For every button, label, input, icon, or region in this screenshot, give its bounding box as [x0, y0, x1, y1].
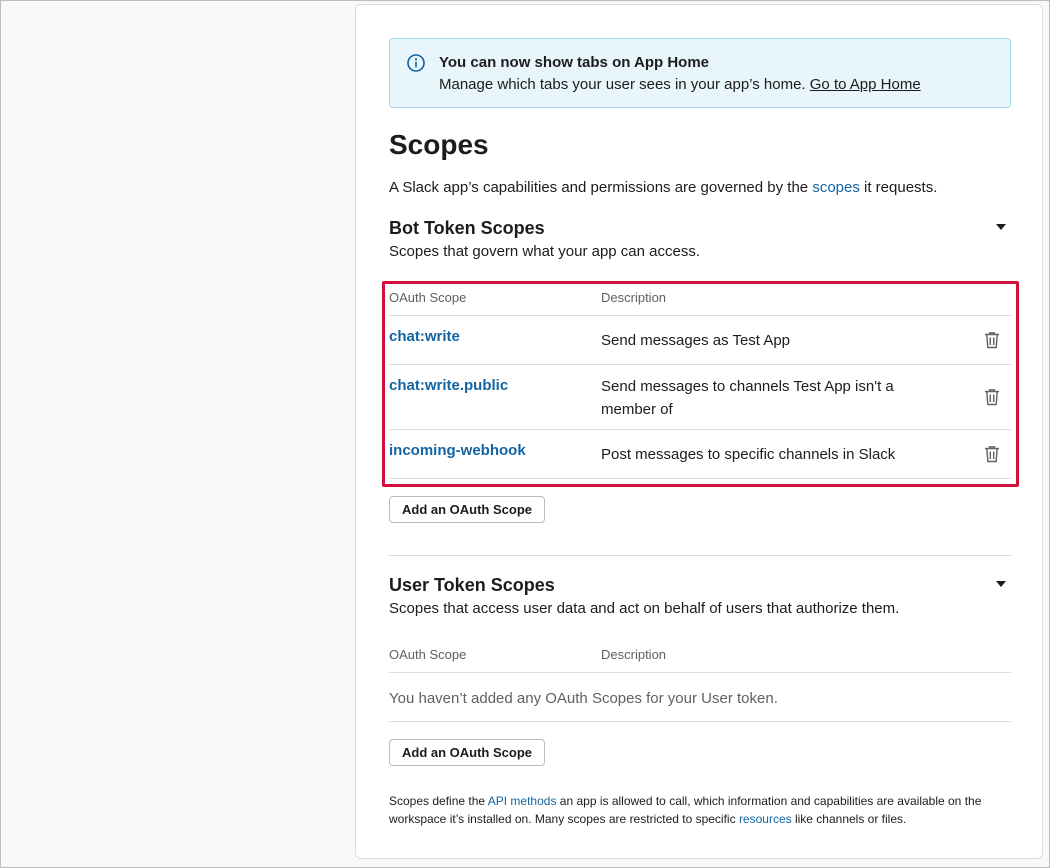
scope-description: Post messages to specific channels in Sl… [601, 446, 896, 463]
intro-text-after: it requests. [859, 179, 938, 196]
trash-icon[interactable] [984, 388, 1000, 406]
section-divider [389, 555, 1011, 556]
footer-text-3: like channels or files. [791, 812, 907, 826]
bot-row-divider [389, 364, 1011, 365]
trash-icon[interactable] [984, 331, 1000, 349]
intro-text-before: A Slack app’s capabilities and permissio… [389, 179, 813, 196]
user-scopes-caret-down-icon[interactable] [996, 581, 1006, 587]
bot-row-divider [389, 478, 1011, 479]
user-row-divider [389, 721, 1011, 722]
bot-scopes-caret-down-icon[interactable] [996, 224, 1006, 230]
bot-token-scopes-subtitle: Scopes that govern what your app can acc… [389, 243, 701, 260]
resources-link[interactable]: resources [739, 812, 792, 826]
scope-name[interactable]: chat:write [389, 328, 460, 345]
user-token-scopes-subtitle: Scopes that access user data and act on … [389, 600, 900, 617]
api-methods-link[interactable]: API methods [488, 794, 557, 808]
banner-text: Manage which tabs your user sees in your… [439, 76, 921, 93]
user-scopes-empty-message: You haven’t added any OAuth Scopes for y… [389, 690, 778, 707]
user-col-description: Description [601, 647, 667, 662]
scopes-link[interactable]: scopes [812, 179, 860, 196]
app-home-banner: You can now show tabs on App Home Manage… [389, 38, 1011, 108]
footer-text-1: Scopes define the [389, 794, 488, 808]
info-circle-icon [407, 54, 425, 72]
scope-name[interactable]: incoming-webhook [389, 442, 526, 459]
scope-name[interactable]: chat:write.public [389, 377, 508, 394]
bot-token-scopes-title: Bot Token Scopes [389, 218, 545, 238]
scopes-intro: A Slack app’s capabilities and permissio… [389, 179, 937, 196]
add-bot-oauth-scope-button[interactable]: Add an OAuth Scope [389, 496, 545, 523]
trash-icon[interactable] [984, 445, 1000, 463]
scopes-panel: You can now show tabs on App Home Manage… [355, 4, 1043, 859]
scopes-footer-note: Scopes define the API methods an app is … [389, 792, 1009, 828]
go-to-app-home-link[interactable]: Go to App Home [810, 76, 921, 93]
bot-col-oauth-scope: OAuth Scope [389, 290, 467, 305]
add-user-oauth-scope-button[interactable]: Add an OAuth Scope [389, 739, 545, 766]
bot-row-divider [389, 429, 1011, 430]
banner-text-body: Manage which tabs your user sees in your… [439, 76, 810, 93]
scope-description: Send messages to channels Test App isn't… [601, 378, 894, 418]
bot-col-description: Description [601, 290, 667, 305]
user-header-divider [389, 672, 1011, 673]
user-token-scopes-title: User Token Scopes [389, 575, 555, 595]
user-col-oauth-scope: OAuth Scope [389, 647, 467, 662]
bot-header-divider [389, 315, 1011, 316]
scope-description: Send messages as Test App [601, 332, 791, 349]
banner-title: You can now show tabs on App Home [439, 54, 710, 71]
page-title: Scopes [389, 129, 489, 160]
